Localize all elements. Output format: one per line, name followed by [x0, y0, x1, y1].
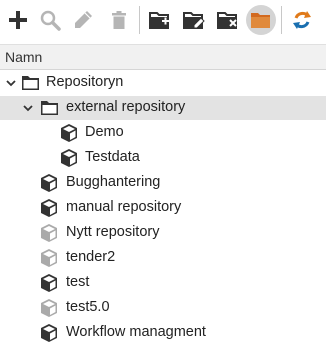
cube-icon [41, 274, 57, 292]
tree-node-label: Demo [85, 124, 124, 140]
tree-node-label: Nytt repository [66, 224, 160, 240]
folder-view-button[interactable] [246, 5, 276, 35]
delete-folder-button[interactable] [213, 5, 243, 35]
tree-node-repository[interactable]: manual repository [0, 196, 326, 220]
tree-node-label: external repository [66, 99, 186, 115]
refresh-icon [293, 11, 311, 29]
chevron-down-icon[interactable] [22, 102, 34, 114]
chevron-down-icon[interactable] [5, 77, 17, 89]
edit-button[interactable] [68, 5, 98, 35]
tree-node-repository[interactable]: Bugghantering [0, 171, 326, 195]
tree-node-repository[interactable]: tender2 [0, 246, 326, 270]
cube-disabled-icon [41, 249, 57, 267]
cube-icon [61, 124, 77, 142]
cube-icon [41, 324, 57, 342]
tree-node-label: test5.0 [66, 299, 110, 315]
tree-node-label: tender2 [66, 249, 116, 265]
add-icon [9, 11, 27, 29]
tree-node-folder[interactable]: external repository [0, 96, 326, 120]
column-header[interactable]: Namn [0, 44, 326, 70]
column-header-name: Namn [5, 49, 43, 65]
folder-icon [22, 76, 39, 90]
toolbar [0, 0, 326, 40]
refresh-button[interactable] [287, 5, 317, 35]
new-folder-button[interactable] [145, 5, 175, 35]
tree-node-repository[interactable]: Testdata [0, 146, 326, 170]
tree-node-repository[interactable]: Nytt repository [0, 221, 326, 245]
delete-button[interactable] [104, 5, 134, 35]
toolbar-separator [139, 6, 140, 34]
tree-node-label: Workflow managment [66, 324, 206, 340]
cube-icon [41, 199, 57, 217]
edit-icon [75, 11, 92, 28]
cube-disabled-icon [41, 299, 57, 317]
tree-node-repository[interactable]: Workflow managment [0, 321, 326, 345]
delete-folder-icon [217, 12, 237, 29]
tree-node-repository[interactable]: Demo [0, 121, 326, 145]
tree-node-repository[interactable]: test [0, 271, 326, 295]
search-button[interactable] [35, 5, 65, 35]
cube-icon [41, 174, 57, 192]
search-icon [40, 10, 61, 31]
tree-node-label: manual repository [66, 199, 182, 215]
cube-icon [61, 149, 77, 167]
toolbar-separator [281, 6, 282, 34]
tree-node-label: Bugghantering [66, 174, 161, 190]
folder-icon [41, 101, 58, 115]
tree-node-label: Repositoryn [46, 74, 124, 90]
edit-folder-button[interactable] [179, 5, 209, 35]
tree-node-label: Testdata [85, 149, 140, 165]
tree-node-label: test [66, 274, 90, 290]
new-folder-icon [149, 12, 169, 29]
edit-folder-icon [183, 12, 205, 29]
delete-icon [112, 11, 126, 29]
add-button[interactable] [3, 5, 33, 35]
tree-node-repository[interactable]: test5.0 [0, 296, 326, 320]
folder-icon [251, 13, 270, 28]
tree-node-root[interactable]: Repositoryn [0, 71, 326, 95]
cube-disabled-icon [41, 224, 57, 242]
